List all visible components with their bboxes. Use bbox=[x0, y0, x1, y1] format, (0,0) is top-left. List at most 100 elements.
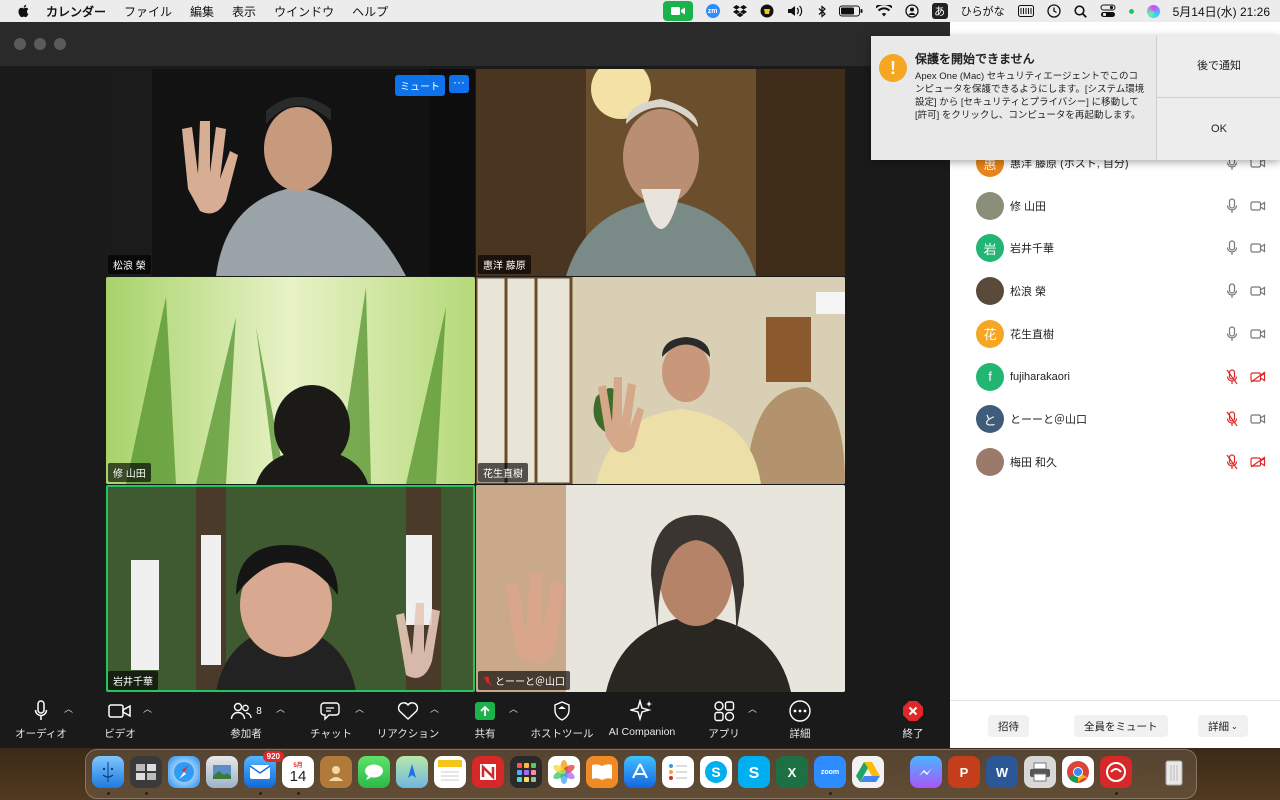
participants-options-caret-icon[interactable]: ︿ bbox=[276, 702, 285, 715]
minimize-window-button[interactable] bbox=[34, 38, 46, 50]
tile-more-options-button[interactable]: ··· bbox=[449, 75, 469, 93]
zoom-meeting-status-icon[interactable] bbox=[662, 1, 693, 21]
audio-options-caret-icon[interactable]: ︿ bbox=[64, 702, 73, 715]
mail-icon[interactable]: 920 bbox=[244, 751, 284, 788]
app-store-icon[interactable] bbox=[624, 756, 656, 788]
host-tools-button[interactable]: ホストツール bbox=[517, 698, 607, 741]
reminders-icon[interactable] bbox=[662, 756, 694, 788]
input-method-icon[interactable]: あ bbox=[931, 3, 948, 19]
messages-icon[interactable] bbox=[358, 756, 390, 788]
security-agent-app-icon[interactable] bbox=[1100, 756, 1132, 788]
chrome-icon[interactable] bbox=[1062, 756, 1094, 788]
mute-participant-button[interactable]: ミュート bbox=[395, 75, 445, 96]
participant-row[interactable]: ととーーと＠山口 bbox=[950, 398, 1280, 440]
video-tile[interactable]: 惠洋 藤原 bbox=[476, 69, 845, 276]
safari-icon[interactable] bbox=[168, 756, 200, 788]
microphone-icon[interactable] bbox=[1226, 240, 1238, 256]
video-camera-icon[interactable] bbox=[1250, 328, 1266, 340]
messenger-icon[interactable] bbox=[910, 756, 942, 788]
ai-companion-button[interactable]: AI Companion bbox=[597, 698, 687, 738]
photos-icon[interactable] bbox=[548, 756, 580, 788]
video-camera-icon[interactable] bbox=[1250, 200, 1266, 212]
participant-row[interactable]: 岩岩井千華 bbox=[950, 227, 1280, 269]
wifi-icon[interactable] bbox=[875, 5, 892, 17]
launchpad-icon[interactable] bbox=[510, 756, 542, 788]
video-camera-icon[interactable] bbox=[1250, 413, 1266, 425]
participant-row[interactable]: 梅田 和久 bbox=[950, 441, 1280, 483]
muted-mic-icon[interactable] bbox=[1226, 368, 1238, 385]
excel-icon[interactable]: X bbox=[776, 756, 808, 788]
app-menu[interactable]: カレンダー bbox=[46, 3, 106, 20]
word-icon[interactable]: W bbox=[986, 756, 1018, 788]
zoom-menu-icon[interactable]: zm bbox=[705, 4, 720, 18]
google-drive-icon[interactable] bbox=[852, 756, 884, 788]
video-tile-active-speaker[interactable]: 岩井千華 bbox=[106, 485, 475, 692]
close-window-button[interactable] bbox=[14, 38, 26, 50]
menu-file[interactable]: ファイル bbox=[124, 3, 172, 20]
battery-icon[interactable] bbox=[838, 5, 863, 17]
muted-mic-icon[interactable] bbox=[1226, 411, 1238, 427]
participant-row[interactable]: f fujiharakaori bbox=[950, 356, 1280, 398]
spotlight-search-icon[interactable] bbox=[1074, 4, 1087, 18]
microphone-icon[interactable] bbox=[1226, 283, 1238, 299]
video-camera-icon[interactable] bbox=[1250, 285, 1266, 297]
apple-icon[interactable] bbox=[16, 3, 32, 19]
skype-icon[interactable]: S bbox=[700, 756, 732, 788]
finder-icon[interactable] bbox=[92, 756, 124, 788]
maps-icon[interactable] bbox=[396, 756, 428, 788]
participant-row[interactable]: 松浪 榮 bbox=[950, 270, 1280, 312]
mute-all-button[interactable]: 全員をミュート bbox=[1074, 715, 1168, 737]
video-off-icon[interactable] bbox=[1250, 456, 1266, 468]
microphone-icon[interactable] bbox=[1226, 198, 1238, 214]
notify-later-button[interactable]: 後で通知 bbox=[1156, 36, 1280, 98]
skype-for-business-icon[interactable]: S bbox=[738, 756, 770, 788]
powerpoint-icon[interactable]: P bbox=[948, 756, 980, 788]
more-button[interactable]: 詳細 bbox=[755, 698, 845, 741]
participant-avatar bbox=[976, 277, 1004, 306]
panel-more-button[interactable]: 詳細 ⌄ bbox=[1198, 715, 1248, 737]
muted-mic-icon[interactable] bbox=[1226, 454, 1238, 470]
contacts-icon[interactable] bbox=[320, 756, 352, 788]
video-camera-icon[interactable] bbox=[1250, 242, 1266, 254]
video-tile[interactable]: 修 山田 bbox=[106, 277, 475, 484]
end-meeting-button[interactable]: 終了 bbox=[868, 698, 958, 741]
security-agent-icon[interactable] bbox=[760, 4, 774, 18]
video-options-caret-icon[interactable]: ︿ bbox=[143, 702, 152, 715]
reactions-options-caret-icon[interactable]: ︿ bbox=[430, 702, 439, 715]
menu-window[interactable]: ウインドウ bbox=[274, 3, 334, 20]
invite-button[interactable]: 招待 bbox=[988, 715, 1029, 737]
video-tile[interactable]: 花生直樹 bbox=[476, 277, 845, 484]
siri-icon[interactable] bbox=[1146, 4, 1160, 18]
keyboard-viewer-icon[interactable] bbox=[1017, 5, 1034, 17]
bluetooth-icon[interactable] bbox=[818, 4, 826, 18]
books-icon[interactable] bbox=[586, 756, 618, 788]
user-account-icon[interactable] bbox=[904, 4, 919, 18]
menu-view[interactable]: 表示 bbox=[232, 3, 256, 20]
ok-button[interactable]: OK bbox=[1156, 98, 1280, 160]
preview-icon[interactable] bbox=[206, 756, 238, 788]
participant-row[interactable]: 修 山田 bbox=[950, 185, 1280, 227]
trash-icon[interactable] bbox=[1158, 756, 1190, 788]
menu-edit[interactable]: 編集 bbox=[190, 3, 214, 20]
calendar-icon[interactable]: 5月 14 bbox=[282, 756, 314, 788]
microphone-icon[interactable] bbox=[1226, 326, 1238, 342]
menu-help[interactable]: ヘルプ bbox=[352, 3, 388, 20]
video-tile[interactable]: ミュート ··· 松浪 榮 bbox=[106, 69, 475, 276]
zoom-window-button[interactable] bbox=[54, 38, 66, 50]
notes-icon[interactable] bbox=[434, 756, 466, 788]
menubar-clock[interactable]: 5月14日(水) 21:26 bbox=[1173, 3, 1270, 20]
news-app-icon[interactable] bbox=[472, 756, 504, 788]
mission-control-icon[interactable] bbox=[130, 756, 162, 788]
dropbox-icon[interactable] bbox=[732, 5, 747, 17]
input-mode-label[interactable]: ひらがな bbox=[961, 3, 1005, 19]
control-center-icon[interactable] bbox=[1100, 4, 1116, 18]
participant-row[interactable]: 花花生直樹 bbox=[950, 313, 1280, 355]
zoom-app-icon[interactable]: zoom bbox=[814, 756, 846, 788]
volume-icon[interactable] bbox=[787, 5, 805, 17]
video-tile[interactable]: とーーと＠山口 bbox=[476, 485, 845, 692]
audio-button[interactable]: オーディオ bbox=[0, 698, 86, 741]
video-off-icon[interactable] bbox=[1250, 371, 1266, 383]
time-machine-icon[interactable] bbox=[1046, 4, 1061, 18]
printer-icon[interactable] bbox=[1024, 756, 1056, 788]
participant-avatar bbox=[976, 191, 1004, 220]
